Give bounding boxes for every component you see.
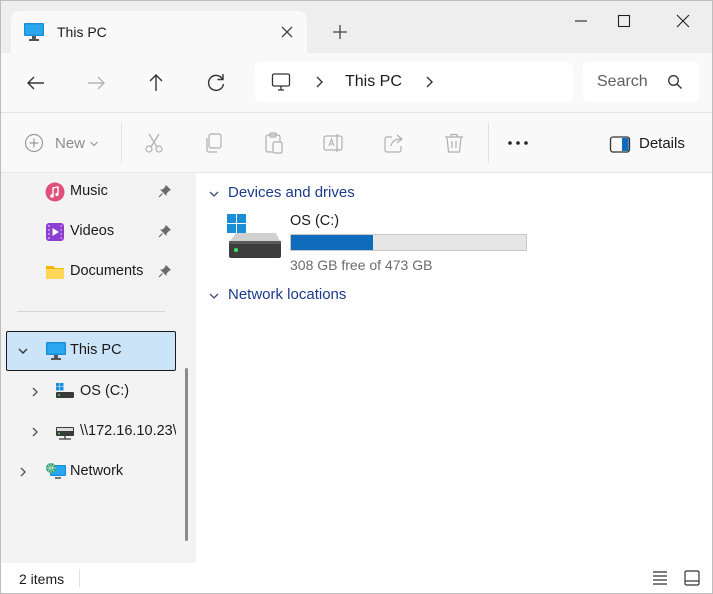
drive-item-os-c[interactable]: OS (C:) 308 GB free of 473 GB (226, 211, 527, 273)
rename-icon[interactable] (322, 131, 346, 155)
group-label: Network locations (228, 286, 347, 303)
chevron-down-icon[interactable] (208, 189, 220, 199)
delete-icon[interactable] (442, 131, 466, 155)
sidebar-item-label: This PC (70, 342, 122, 358)
sidebar-item-label: Videos (70, 223, 115, 239)
new-button-label[interactable]: New (55, 135, 85, 152)
sidebar-item-this-pc[interactable]: This PC (1, 333, 177, 369)
computer-icon (24, 23, 44, 41)
drive-usage-fill (291, 235, 373, 250)
breadcrumb-this-pc[interactable]: This PC (345, 73, 402, 91)
close-icon (676, 14, 690, 28)
pin-icon[interactable] (158, 184, 172, 198)
chevron-down-icon[interactable] (89, 139, 99, 149)
tab-this-pc[interactable]: This PC (11, 11, 307, 53)
drive-icon (227, 214, 281, 258)
content-pane: Devices and drives OS (C:) 308 GB free o… (196, 173, 712, 563)
copy-icon[interactable] (202, 131, 226, 155)
sidebar-scrollbar-thumb[interactable] (185, 368, 188, 541)
sidebar-item-label: \\172.16.10.23\ (80, 423, 176, 439)
drive-free-space: 308 GB free of 473 GB (290, 257, 433, 273)
chevron-right-icon[interactable] (29, 386, 41, 398)
cut-icon[interactable] (142, 131, 166, 155)
paste-icon[interactable] (262, 131, 286, 155)
network-icon (46, 463, 66, 479)
sidebar-item-label: Documents (70, 263, 144, 279)
chevron-down-icon[interactable] (17, 345, 29, 357)
command-separator (121, 123, 122, 163)
tab-title: This PC (57, 24, 107, 40)
search-input[interactable] (597, 71, 647, 93)
maximize-button[interactable] (604, 7, 644, 35)
status-separator (79, 569, 80, 587)
sidebar-item-music[interactable]: Music (1, 174, 177, 210)
new-plus-icon[interactable] (23, 131, 45, 155)
group-label: Devices and drives (228, 184, 355, 201)
large-icons-view-icon[interactable] (683, 569, 701, 587)
pin-icon[interactable] (158, 224, 172, 238)
sidebar-item-documents[interactable]: Documents (1, 254, 177, 290)
navigation-bar: This PC (1, 53, 712, 113)
sidebar-divider (17, 311, 165, 312)
minimize-icon (575, 20, 587, 22)
chevron-down-icon[interactable] (208, 291, 220, 301)
item-count: 2 items (19, 571, 65, 587)
chevron-right-icon[interactable] (29, 426, 41, 438)
back-arrow-icon[interactable] (23, 70, 49, 96)
maximize-icon (617, 14, 631, 28)
drive-name: OS (C:) (290, 213, 340, 229)
title-bar: This PC (1, 1, 712, 53)
new-tab-icon[interactable] (329, 21, 351, 43)
address-bar[interactable]: This PC (255, 62, 573, 102)
sidebar-item-network[interactable]: Network (1, 454, 177, 490)
computer-icon (46, 342, 66, 360)
refresh-icon[interactable] (203, 70, 229, 96)
video-icon (46, 223, 64, 241)
forward-arrow-icon[interactable] (83, 70, 109, 96)
file-explorer-window: This PC This PC Search This PC New Detai… (0, 0, 713, 594)
sidebar-item-label: Network (70, 463, 124, 479)
more-options-icon[interactable] (506, 131, 530, 155)
navigation-pane: Music Videos Documents This PC OS (C:) \… (1, 173, 196, 563)
close-tab-icon[interactable] (277, 22, 297, 42)
network-drive-icon (56, 427, 74, 440)
chevron-right-icon[interactable] (17, 466, 29, 478)
music-icon (45, 182, 65, 202)
drive-icon (56, 383, 74, 398)
search-icon[interactable] (667, 74, 683, 90)
chevron-right-icon[interactable] (313, 74, 325, 90)
details-button-label[interactable]: Details (639, 135, 685, 152)
command-separator (488, 123, 489, 163)
status-bar: 2 items (1, 563, 712, 593)
sidebar-item-network-drive[interactable]: \\172.16.10.23\ (1, 414, 177, 450)
command-bar: New Details (1, 113, 712, 173)
search-box[interactable] (583, 62, 699, 102)
up-arrow-icon[interactable] (143, 70, 169, 96)
drive-usage-bar (290, 234, 527, 251)
share-icon[interactable] (382, 131, 406, 155)
folder-icon (46, 266, 64, 279)
sidebar-item-label: OS (C:) (80, 383, 130, 399)
computer-outline-icon (271, 73, 291, 91)
minimize-button[interactable] (561, 7, 601, 35)
close-window-button[interactable] (663, 7, 703, 35)
sidebar-item-label: Music (70, 183, 108, 199)
pin-icon[interactable] (158, 264, 172, 278)
details-view-icon[interactable] (651, 569, 669, 587)
details-pane-icon[interactable] (609, 133, 631, 157)
sidebar-item-os-c[interactable]: OS (C:) (1, 374, 177, 410)
sidebar-item-videos[interactable]: Videos (1, 214, 177, 250)
chevron-right-icon[interactable] (423, 74, 435, 90)
